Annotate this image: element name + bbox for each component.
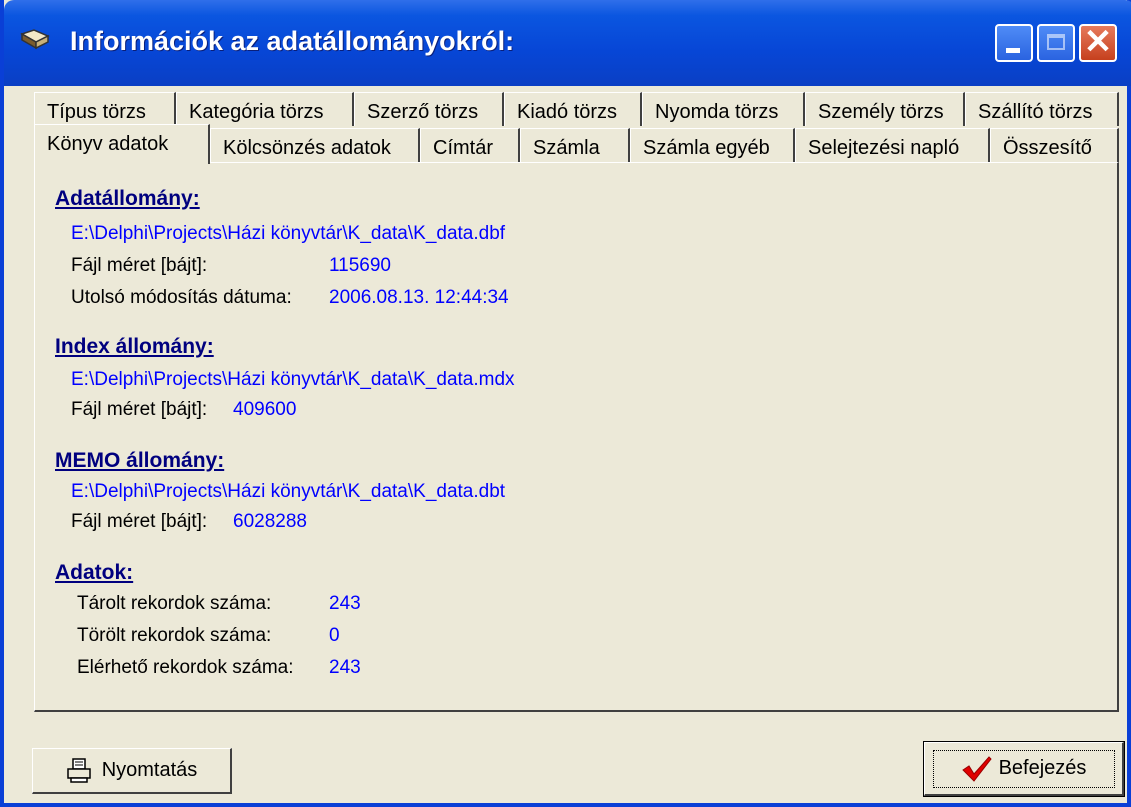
data-file-heading: Adatállomány: [55, 187, 200, 210]
close-icon: ✕ [1083, 23, 1113, 61]
data-file-modified-value: 2006.08.13. 12:44:34 [329, 287, 509, 308]
tab-selejtezesi-naplo[interactable]: Selejtezési napló [795, 128, 990, 162]
tab-szemely-torzs[interactable]: Személy törzs [805, 92, 965, 126]
memo-file-size-value: 6028288 [233, 511, 307, 532]
done-button-focus: Befejezés [932, 749, 1115, 788]
deleted-records-value: 0 [329, 625, 340, 646]
deleted-records-label: Törölt rekordok száma: [77, 625, 272, 646]
memo-file-size-label: Fájl méret [bájt]: [71, 511, 208, 532]
title-bar[interactable]: Információk az adatállományokról: ✕ [4, 0, 1131, 86]
records-heading: Adatok: [55, 561, 134, 584]
stored-records-value: 243 [329, 593, 361, 614]
done-button[interactable]: Befejezés [923, 741, 1125, 797]
tab-row-back: Típus törzs Kategória törzs Szerző törzs… [34, 92, 1119, 126]
tab-kiado-torzs[interactable]: Kiadó törzs [504, 92, 642, 126]
available-records-value: 243 [329, 657, 361, 678]
tab-row-front: Könyv adatok Kölcsönzés adatok Címtár Sz… [34, 124, 1119, 164]
data-file-size-label: Fájl méret [bájt]: [71, 255, 208, 276]
tab-kolcsonzes-adatok[interactable]: Kölcsönzés adatok [210, 128, 420, 162]
maximize-button[interactable] [1037, 24, 1075, 62]
book-icon [20, 29, 50, 50]
index-file-size-value: 409600 [233, 399, 297, 420]
index-file-heading: Index állomány: [55, 335, 214, 358]
dialog-window: Információk az adatállományokról: ✕ Típu… [0, 0, 1131, 807]
print-button-label: Nyomtatás [101, 759, 198, 781]
memo-file-heading: MEMO állomány: [55, 449, 225, 472]
tab-konyv-adatok[interactable]: Könyv adatok [34, 124, 210, 164]
data-file-size-value: 115690 [329, 255, 391, 276]
data-file-modified-label: Utolsó módosítás dátuma: [71, 287, 292, 308]
close-button[interactable]: ✕ [1079, 23, 1117, 62]
tab-kategoria-torzs[interactable]: Kategória törzs [176, 92, 354, 126]
minimize-button[interactable] [995, 24, 1033, 62]
done-button-label: Befejezés [998, 757, 1087, 779]
tab-content-panel: Adatállomány: E:\Delphi\Projects\Házi kö… [34, 162, 1119, 712]
index-file-path: E:\Delphi\Projects\Házi könyvtár\K_data\… [71, 369, 515, 390]
checkmark-icon [961, 755, 992, 782]
tab-nyomda-torzs[interactable]: Nyomda törzs [642, 92, 805, 126]
tab-szamla[interactable]: Számla [520, 128, 630, 162]
available-records-label: Elérhető rekordok száma: [77, 657, 294, 678]
print-button[interactable]: Nyomtatás [32, 748, 232, 794]
tab-cimtar[interactable]: Címtár [420, 128, 520, 162]
window-title: Információk az adatállományokról: [70, 26, 515, 56]
stored-records-label: Tárolt rekordok száma: [77, 593, 272, 614]
data-file-path: E:\Delphi\Projects\Házi könyvtár\K_data\… [71, 223, 506, 244]
index-file-size-label: Fájl méret [bájt]: [71, 399, 208, 420]
printer-icon [66, 757, 91, 783]
tab-osszesito[interactable]: Összesítő [990, 128, 1119, 162]
tab-szamla-egyeb[interactable]: Számla egyéb [630, 128, 795, 162]
tab-szerzo-torzs[interactable]: Szerző törzs [354, 92, 504, 126]
tab-szallito-torzs[interactable]: Szállító törzs [965, 92, 1119, 126]
memo-file-path: E:\Delphi\Projects\Házi könyvtár\K_data\… [71, 481, 506, 502]
tab-tipus-torzs[interactable]: Típus törzs [34, 92, 176, 126]
